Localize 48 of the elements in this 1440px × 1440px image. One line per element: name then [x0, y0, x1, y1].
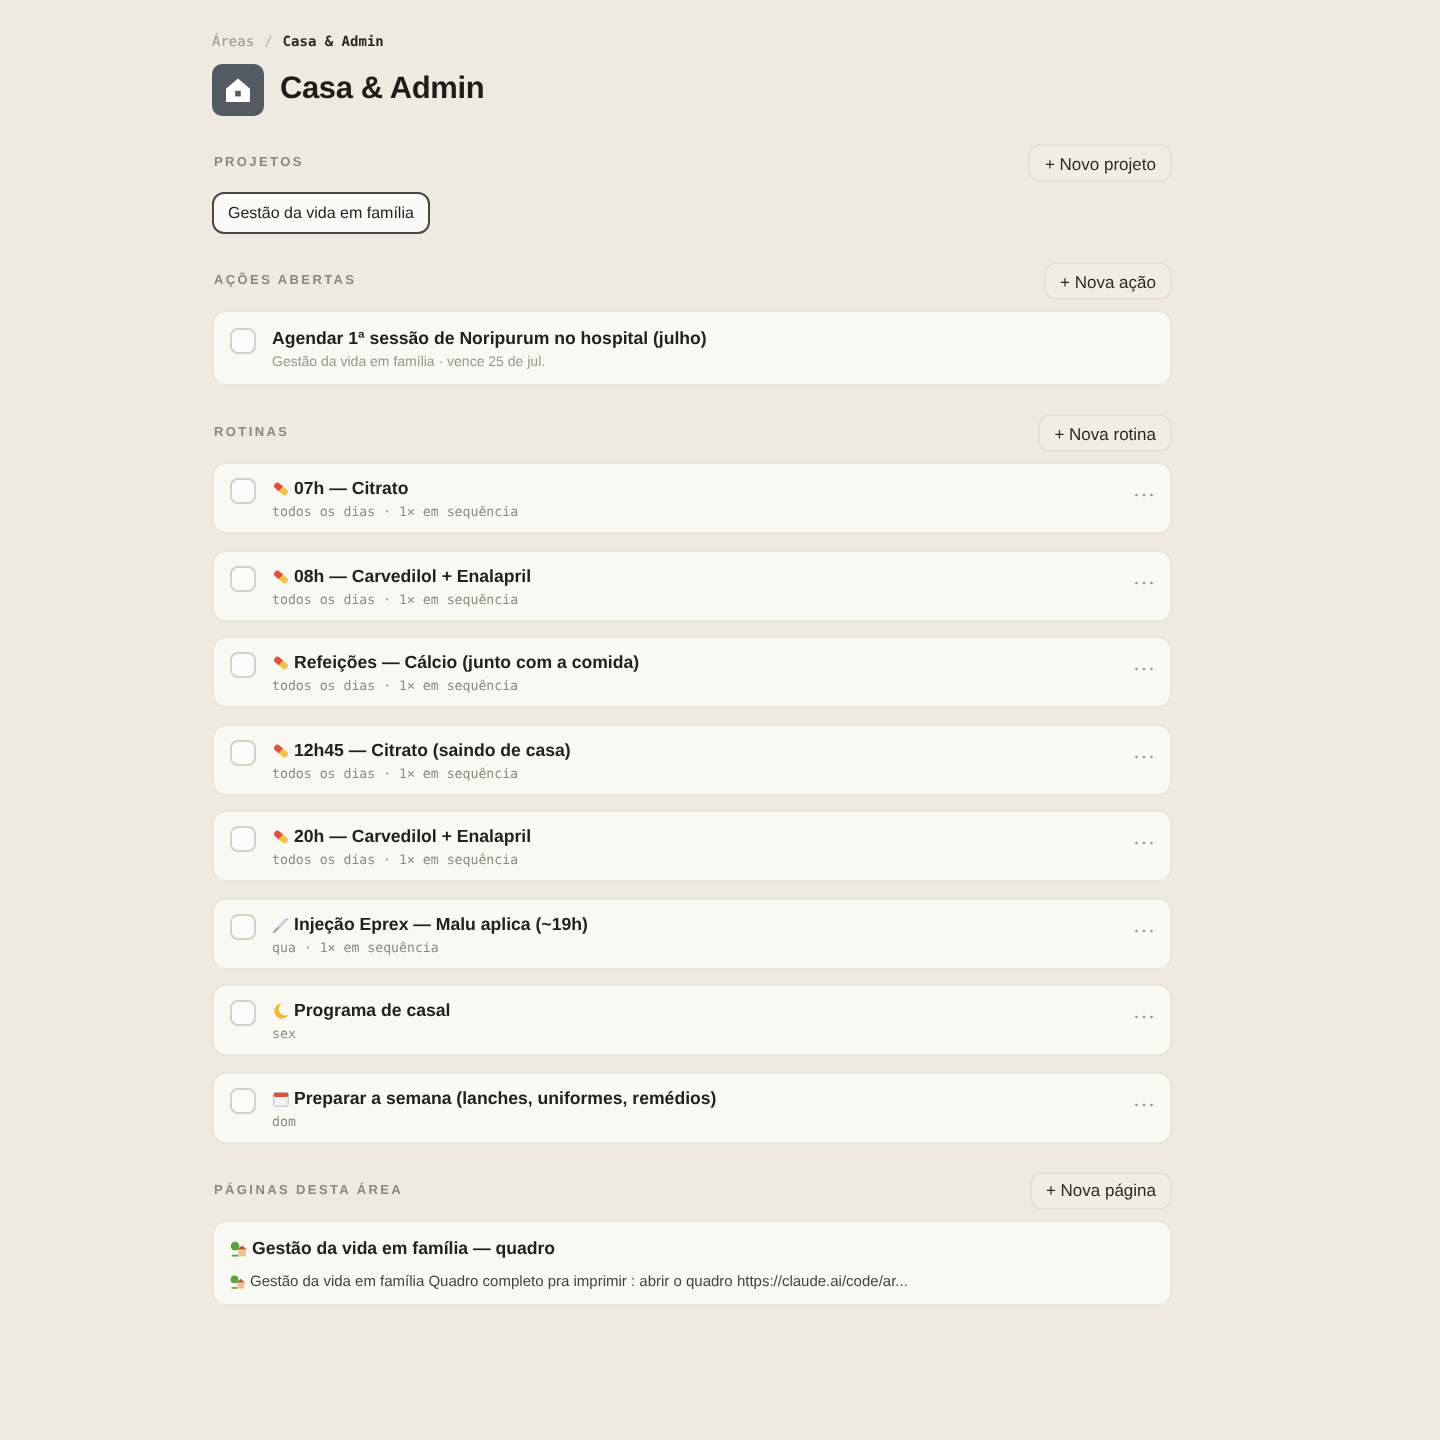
checkbox[interactable]: [230, 1087, 256, 1113]
checkbox[interactable]: [230, 652, 256, 678]
routine-title: Programa de casal: [294, 998, 451, 1024]
house-garden-icon: [230, 1273, 246, 1289]
routine-title: Refeições — Cálcio (junto com a comida): [294, 650, 640, 676]
more-button[interactable]: [1134, 836, 1154, 850]
more-icon: [1134, 927, 1154, 933]
checkbox[interactable]: [230, 1000, 256, 1026]
calendar-icon: [272, 1089, 290, 1107]
more-icon: [1134, 579, 1154, 585]
more-icon: [1134, 1014, 1154, 1020]
page-title: Gestão da vida em família — quadro: [252, 1235, 556, 1261]
routine-title: Injeção Eprex — Malu aplica (~19h): [294, 911, 588, 937]
project-chip[interactable]: Gestão da vida em família: [212, 192, 430, 234]
action-title: Agendar 1ª sessão de Noripurum no hospital (julho): [272, 326, 709, 352]
crescent-moon-icon: [272, 1002, 290, 1020]
routine-title: 08h — Carvedilol + Enalapril: [294, 563, 532, 589]
pill-icon: [272, 567, 290, 585]
house-garden-icon: [230, 1239, 248, 1257]
pill-icon: [272, 741, 290, 759]
more-icon: [1134, 1101, 1154, 1107]
routine-title: 20h — Carvedilol + Enalapril: [294, 824, 532, 850]
pill-icon: [272, 654, 290, 672]
new-routine-button[interactable]: + Nova rotina: [1038, 414, 1172, 452]
more-icon: [1134, 840, 1154, 846]
pill-icon: [272, 480, 290, 498]
more-button[interactable]: [1134, 1010, 1154, 1024]
checkbox[interactable]: [230, 328, 256, 354]
more-button[interactable]: [1134, 488, 1154, 502]
routine-title: 12h45 — Citrato (saindo de casa): [294, 737, 571, 763]
checkbox[interactable]: [230, 826, 256, 852]
syringe-icon: [272, 915, 290, 933]
more-icon: [1134, 753, 1154, 759]
more-button[interactable]: [1134, 662, 1154, 676]
checkbox[interactable]: [230, 565, 256, 591]
routine-title: 07h — Citrato: [294, 476, 409, 502]
page-title: Casa & Admin: [280, 72, 485, 108]
checkbox[interactable]: [230, 739, 256, 765]
new-page-button[interactable]: + Nova página: [1029, 1171, 1172, 1209]
new-project-button[interactable]: + Novo projeto: [1028, 144, 1172, 182]
routine-title: Preparar a semana (lanches, uniformes, remédios): [294, 1085, 717, 1111]
new-action-button[interactable]: + Nova ação: [1044, 262, 1172, 300]
more-icon: [1134, 666, 1154, 672]
checkbox[interactable]: [230, 478, 256, 504]
house-icon: [212, 64, 264, 116]
pill-icon: [272, 828, 290, 846]
more-icon: [1134, 492, 1154, 498]
checkbox[interactable]: [230, 913, 256, 939]
